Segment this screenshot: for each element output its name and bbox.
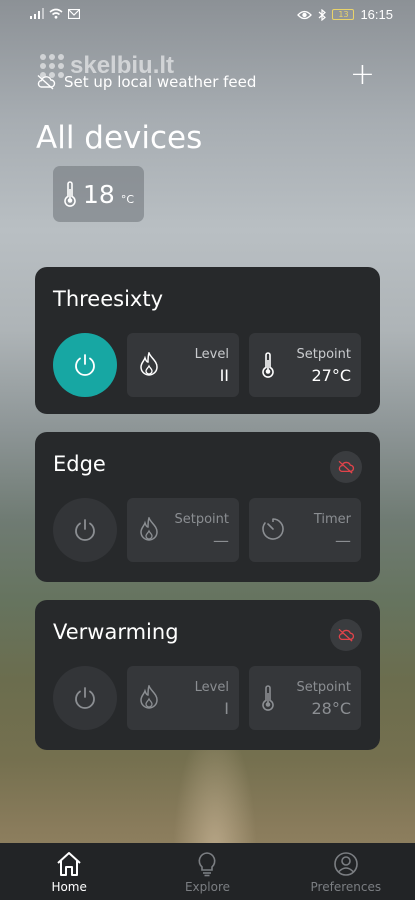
cloud-off-icon (338, 460, 355, 474)
eye-icon (297, 10, 313, 19)
tile-label: Setpoint (296, 347, 351, 362)
room-temperature-value: 18 (83, 179, 115, 209)
device-name: Threesixty (53, 287, 164, 311)
nav-explore[interactable]: Explore (138, 843, 276, 900)
tile-value: 27°C (311, 366, 351, 385)
power-icon (75, 519, 95, 541)
status-icons-right: 13 16:15 (297, 7, 393, 22)
status-time: 16:15 (360, 7, 393, 22)
weather-feed-label: Set up local weather feed (64, 73, 257, 91)
device-card-verwarming[interactable]: Verwarming Level I Setpoint 28°C (35, 600, 380, 750)
room-temperature-chip: 18 °C (53, 166, 144, 222)
power-icon (75, 687, 95, 709)
page-title: All devices (36, 120, 203, 156)
power-button[interactable] (53, 666, 117, 730)
nav-preferences[interactable]: Preferences (277, 843, 415, 900)
device-card-edge[interactable]: Edge Setpoint — Timer — (35, 432, 380, 582)
setpoint-tile[interactable]: Setpoint 28°C (249, 666, 361, 730)
setpoint-tile[interactable]: Setpoint 27°C (249, 333, 361, 397)
lightbulb-icon (198, 852, 216, 877)
flame-icon (140, 685, 158, 709)
nav-home[interactable]: Home (0, 843, 138, 900)
timer-icon (262, 518, 284, 540)
nav-home-label: Home (51, 880, 87, 894)
bluetooth-icon (319, 8, 327, 21)
tile-label: Level (194, 680, 229, 695)
tile-value: — (213, 531, 229, 550)
offline-badge (330, 619, 362, 651)
mail-icon (68, 8, 80, 19)
level-tile[interactable]: Level I (127, 666, 239, 730)
status-icons-left (30, 8, 80, 19)
home-icon (57, 852, 81, 876)
flame-icon (140, 517, 158, 541)
cloud-off-icon (37, 74, 56, 90)
level-tile[interactable]: Level II (127, 333, 239, 397)
thermometer-icon (262, 685, 274, 711)
setpoint-tile[interactable]: Setpoint — (127, 498, 239, 562)
tile-label: Setpoint (296, 680, 351, 695)
nav-preferences-label: Preferences (310, 880, 382, 894)
power-button[interactable] (53, 333, 117, 397)
offline-badge (330, 451, 362, 483)
add-device-button[interactable]: + (350, 60, 375, 90)
thermometer-icon (64, 181, 76, 207)
thermometer-icon (262, 352, 274, 378)
device-name: Verwarming (53, 620, 179, 644)
power-button[interactable] (53, 498, 117, 562)
wifi-icon (49, 8, 63, 19)
status-bar: 13 16:15 (0, 0, 415, 30)
battery-indicator: 13 (332, 9, 355, 20)
tile-value: 28°C (311, 699, 351, 718)
device-card-threesixty[interactable]: Threesixty Level II Setpoint 27°C (35, 267, 380, 414)
timer-tile[interactable]: Timer — (249, 498, 361, 562)
account-circle-icon (334, 852, 358, 876)
power-icon (75, 354, 95, 376)
signal-icon (30, 8, 44, 19)
tile-value: I (224, 699, 229, 718)
tile-label: Level (194, 347, 229, 362)
device-name: Edge (53, 452, 106, 476)
nav-explore-label: Explore (184, 880, 230, 894)
tile-label: Timer (313, 512, 351, 527)
cloud-off-icon (338, 628, 355, 642)
tile-label: Setpoint (174, 512, 229, 527)
bottom-navigation: Home Explore Preferences (0, 843, 415, 900)
flame-icon (140, 352, 158, 376)
weather-feed-link[interactable]: Set up local weather feed (36, 73, 256, 91)
tile-value: — (335, 531, 351, 550)
room-temperature-unit: °C (120, 192, 134, 206)
tile-value: II (219, 366, 229, 385)
